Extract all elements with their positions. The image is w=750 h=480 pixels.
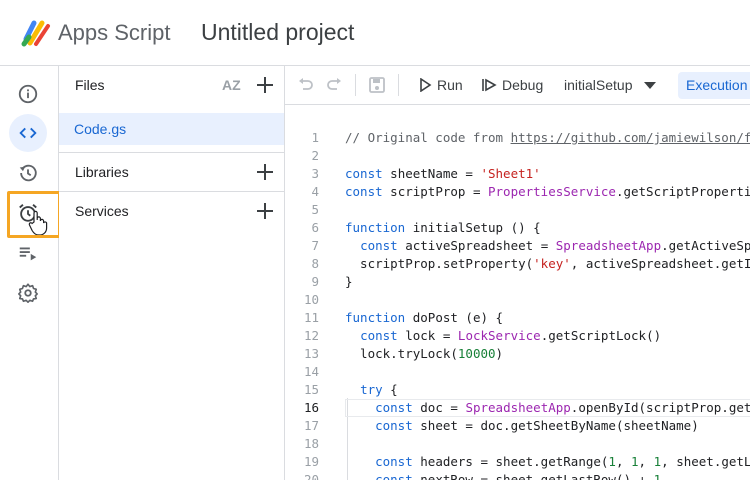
line-number: 12 [303, 328, 319, 343]
line-number: 13 [303, 346, 319, 361]
code-line[interactable]: 3 const sheetName = 'Sheet1' [285, 165, 750, 183]
processes-button[interactable] [9, 234, 47, 272]
highlight-box [7, 191, 61, 238]
info-icon [18, 84, 38, 104]
line-number: 8 [311, 256, 319, 271]
code-line[interactable]: 20 const nextRow = sheet.getLastRow() + … [285, 471, 750, 480]
project-settings-button[interactable] [9, 274, 47, 312]
line-number: 2 [311, 148, 319, 163]
line-number: 9 [311, 274, 319, 289]
divider [59, 191, 284, 192]
line-code: const sheet = doc.getSheetByName(sheetNa… [375, 418, 699, 433]
line-number: 4 [311, 184, 319, 199]
execution-log-label: Execution log [686, 77, 750, 93]
libraries-label: Libraries [75, 164, 129, 180]
line-code: const headers = sheet.getRange(1, 1, 1, … [375, 454, 750, 469]
line-number: 5 [311, 202, 319, 217]
line-code: const activeSpreadsheet = SpreadsheetApp… [360, 238, 750, 253]
sort-az-icon[interactable]: AZ [222, 77, 241, 93]
code-line[interactable]: 19 const headers = sheet.getRange(1, 1, … [285, 453, 750, 471]
history-icon [19, 164, 37, 182]
code-line[interactable]: 12 const lock = LockService.getScriptLoc… [285, 327, 750, 345]
app-name[interactable]: Apps Script [58, 20, 171, 46]
code-line[interactable]: 1 // Original code from https://github.co… [285, 129, 750, 147]
line-number: 14 [303, 364, 319, 379]
line-code: // Original code from https://github.com… [345, 130, 750, 145]
code-line[interactable]: 14 [285, 363, 750, 381]
code-line[interactable]: 5 [285, 201, 750, 219]
add-library-button[interactable] [255, 162, 275, 182]
line-code: } [345, 274, 353, 289]
playlist-icon [19, 247, 37, 261]
line-code: const lock = LockService.getScriptLock() [360, 328, 662, 343]
line-number: 10 [303, 292, 319, 307]
debug-icon [482, 78, 497, 92]
line-code: const sheetName = 'Sheet1' [345, 166, 541, 181]
services-label: Services [75, 203, 129, 219]
execution-log-button[interactable]: Execution log [678, 72, 750, 99]
editor-button[interactable] [9, 114, 47, 152]
line-code: const scriptProp = PropertiesService.get… [345, 184, 750, 199]
code-line[interactable]: 18 [285, 435, 750, 453]
code-line[interactable]: 4 const scriptProp = PropertiesService.ge… [285, 183, 750, 201]
code-line[interactable]: 7 const activeSpreadsheet = SpreadsheetA… [285, 237, 750, 255]
project-title[interactable]: Untitled project [201, 19, 354, 46]
overview-button[interactable] [9, 75, 47, 113]
toolbar-divider [355, 74, 356, 96]
add-service-button[interactable] [255, 201, 275, 221]
run-icon [420, 78, 432, 92]
file-item-code-gs[interactable]: Code.gs [59, 113, 284, 145]
line-number: 18 [303, 436, 319, 451]
line-code: try { [360, 382, 398, 397]
debug-button[interactable]: Debug [502, 77, 543, 93]
line-code: function doPost (e) { [345, 310, 504, 325]
code-line[interactable]: 8 scriptProp.setProperty('key', activeSp… [285, 255, 750, 273]
file-name: Code.gs [74, 121, 127, 137]
code-line[interactable]: 11 function doPost (e) { [285, 309, 750, 327]
code-line[interactable]: 17 const sheet = doc.getSheetByName(shee… [285, 417, 750, 435]
code-line[interactable]: 10 [285, 291, 750, 309]
add-file-button[interactable] [255, 75, 275, 95]
code-icon [19, 127, 37, 139]
files-label: Files [75, 77, 105, 93]
divider [59, 152, 284, 153]
line-number: 3 [311, 166, 319, 181]
line-code: function initialSetup () { [345, 220, 541, 235]
line-number: 20 [303, 472, 319, 480]
code-line[interactable]: 16 const doc = SpreadsheetApp.openById(s… [285, 399, 750, 417]
line-code: scriptProp.setProperty('key', activeSpre… [345, 256, 750, 271]
toolbar-divider [398, 74, 399, 96]
line-number: 1 [311, 130, 319, 145]
line-number: 19 [303, 454, 319, 469]
left-nav-rail [0, 66, 61, 480]
settings-icon [18, 283, 38, 303]
function-select[interactable]: initialSetup [564, 77, 633, 93]
line-number: 11 [303, 310, 319, 325]
apps-script-logo[interactable] [20, 17, 52, 49]
run-button[interactable]: Run [437, 77, 463, 93]
line-number: 16 [303, 400, 319, 415]
line-number: 15 [303, 382, 319, 397]
code-line[interactable]: 15 try { [285, 381, 750, 399]
save-icon[interactable] [368, 76, 386, 94]
top-bar: Apps Script Untitled project [0, 0, 750, 66]
line-number: 7 [311, 238, 319, 253]
code-line[interactable]: 13 lock.tryLock(10000) [285, 345, 750, 363]
line-code: const nextRow = sheet.getLastRow() + 1 [375, 472, 662, 480]
code-line[interactable]: 9} [285, 273, 750, 291]
code-editor[interactable]: 1 // Original code from https://github.co… [285, 105, 750, 480]
files-panel: Files AZ Code.gs Libraries Services [59, 66, 285, 480]
executions-button[interactable] [9, 154, 47, 192]
undo-icon[interactable] [297, 76, 315, 94]
line-number: 6 [311, 220, 319, 235]
line-code: lock.tryLock(10000) [345, 346, 504, 361]
code-line[interactable]: 2 [285, 147, 750, 165]
code-line[interactable]: 6 function initialSetup () { [285, 219, 750, 237]
line-code: const doc = SpreadsheetApp.openById(scri… [375, 400, 750, 415]
redo-icon[interactable] [325, 76, 343, 94]
editor-toolbar: Run Debug initialSetup Execution log [285, 66, 750, 105]
chevron-down-icon[interactable] [644, 82, 656, 89]
line-number: 17 [303, 418, 319, 433]
